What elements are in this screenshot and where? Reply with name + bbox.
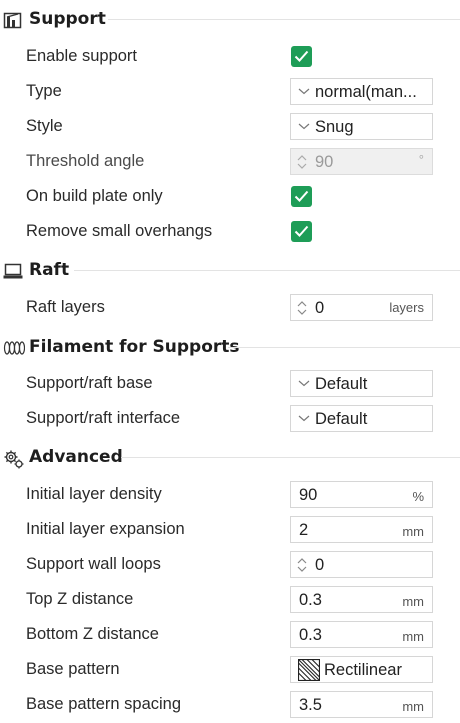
raft-layers-input[interactable]: 0 layers xyxy=(290,294,433,321)
style-label: Style xyxy=(26,117,63,135)
row-base-pattern: Base pattern Rectilinear xyxy=(0,653,460,687)
support-icon xyxy=(3,11,23,29)
top-z-distance-input[interactable]: 0.3 mm xyxy=(290,586,433,613)
row-support-raft-interface: Support/raft interface Default xyxy=(0,402,460,436)
divider xyxy=(108,19,460,20)
spinner-icon xyxy=(297,155,307,169)
row-bottom-z-distance: Bottom Z distance 0.3 mm xyxy=(0,618,460,652)
row-top-z-distance: Top Z distance 0.3 mm xyxy=(0,583,460,617)
row-style: Style Snug xyxy=(0,110,460,144)
support-wall-loops-value: 0 xyxy=(315,556,325,574)
divider xyxy=(121,457,460,458)
row-support-wall-loops: Support wall loops 0 xyxy=(0,548,460,582)
section-title-filament: Filament for Supports xyxy=(29,337,240,357)
threshold-angle-value: 90 xyxy=(315,153,334,171)
section-raft-header: Raft xyxy=(0,259,460,283)
threshold-angle-input[interactable]: 90 ° xyxy=(290,148,433,175)
threshold-angle-unit: ° xyxy=(418,152,424,167)
initial-layer-density-label: Initial layer density xyxy=(26,485,162,503)
bottom-z-distance-input[interactable]: 0.3 mm xyxy=(290,621,433,648)
support-raft-interface-dropdown[interactable]: Default xyxy=(290,405,433,432)
threshold-angle-label: Threshold angle xyxy=(26,152,145,170)
type-label: Type xyxy=(26,82,62,100)
divider xyxy=(74,270,460,271)
enable-support-checkbox[interactable] xyxy=(291,46,312,67)
row-base-pattern-spacing: Base pattern spacing 3.5 mm xyxy=(0,688,460,722)
support-raft-base-value: Default xyxy=(315,375,368,393)
support-wall-loops-label: Support wall loops xyxy=(26,555,161,573)
section-title-advanced: Advanced xyxy=(29,447,123,467)
section-support-header: Support xyxy=(0,8,460,32)
spinner-icon[interactable] xyxy=(295,298,309,318)
row-enable-support: Enable support xyxy=(0,40,460,74)
section-filament-header: Filament for Supports xyxy=(0,336,460,360)
support-wall-loops-input[interactable]: 0 xyxy=(290,551,433,578)
filament-icon xyxy=(3,339,26,357)
gears-icon xyxy=(3,449,24,469)
top-z-distance-value: 0.3 xyxy=(299,591,322,609)
chevron-down-icon xyxy=(298,123,310,130)
base-pattern-label: Base pattern xyxy=(26,660,120,678)
row-threshold-angle: Threshold angle 90 ° xyxy=(0,145,460,179)
initial-layer-expansion-label: Initial layer expansion xyxy=(26,520,185,538)
base-pattern-dropdown[interactable]: Rectilinear xyxy=(290,656,433,683)
type-dropdown[interactable]: normal(man... xyxy=(290,78,433,105)
remove-small-overhangs-label: Remove small overhangs xyxy=(26,222,213,240)
type-value: normal(man... xyxy=(315,83,417,101)
initial-layer-density-input[interactable]: 90 % xyxy=(290,481,433,508)
row-raft-layers: Raft layers 0 layers xyxy=(0,291,460,325)
raft-layers-unit: layers xyxy=(389,300,424,315)
chevron-down-icon xyxy=(298,380,310,387)
base-pattern-spacing-label: Base pattern spacing xyxy=(26,695,182,713)
bottom-z-distance-value: 0.3 xyxy=(299,626,322,644)
on-build-plate-only-checkbox[interactable] xyxy=(291,186,312,207)
style-dropdown[interactable]: Snug xyxy=(290,113,433,140)
raft-icon xyxy=(3,262,23,280)
bottom-z-distance-unit: mm xyxy=(402,629,424,644)
support-raft-interface-label: Support/raft interface xyxy=(26,409,181,427)
spinner-icon[interactable] xyxy=(295,555,309,575)
remove-small-overhangs-checkbox[interactable] xyxy=(291,221,312,242)
chevron-down-icon xyxy=(298,88,310,95)
section-title-raft: Raft xyxy=(29,260,70,280)
bottom-z-distance-label: Bottom Z distance xyxy=(26,625,159,643)
base-pattern-spacing-unit: mm xyxy=(402,699,424,714)
enable-support-label: Enable support xyxy=(26,47,137,65)
initial-layer-expansion-input[interactable]: 2 mm xyxy=(290,516,433,543)
divider xyxy=(228,347,460,348)
chevron-down-icon xyxy=(298,415,310,422)
base-pattern-spacing-value: 3.5 xyxy=(299,696,322,714)
support-raft-base-label: Support/raft base xyxy=(26,374,153,392)
section-advanced-header: Advanced xyxy=(0,446,460,470)
section-title-support: Support xyxy=(29,9,106,29)
row-support-raft-base: Support/raft base Default xyxy=(0,367,460,401)
raft-layers-label: Raft layers xyxy=(26,298,105,316)
rectilinear-pattern-icon xyxy=(298,659,320,681)
initial-layer-density-value: 90 xyxy=(299,486,318,504)
style-value: Snug xyxy=(315,118,354,136)
row-on-build-plate-only: On build plate only xyxy=(0,180,460,214)
initial-layer-expansion-unit: mm xyxy=(402,524,424,539)
row-initial-layer-expansion: Initial layer expansion 2 mm xyxy=(0,513,460,547)
top-z-distance-label: Top Z distance xyxy=(26,590,134,608)
row-remove-small-overhangs: Remove small overhangs xyxy=(0,215,460,249)
support-raft-base-dropdown[interactable]: Default xyxy=(290,370,433,397)
initial-layer-expansion-value: 2 xyxy=(299,521,309,539)
top-z-distance-unit: mm xyxy=(402,594,424,609)
row-initial-layer-density: Initial layer density 90 % xyxy=(0,478,460,512)
initial-layer-density-unit: % xyxy=(412,489,424,504)
support-raft-interface-value: Default xyxy=(315,410,368,428)
base-pattern-value: Rectilinear xyxy=(324,661,402,679)
row-type: Type normal(man... xyxy=(0,75,460,109)
raft-layers-value: 0 xyxy=(315,299,325,317)
base-pattern-spacing-input[interactable]: 3.5 mm xyxy=(290,691,433,718)
on-build-plate-only-label: On build plate only xyxy=(26,187,163,205)
